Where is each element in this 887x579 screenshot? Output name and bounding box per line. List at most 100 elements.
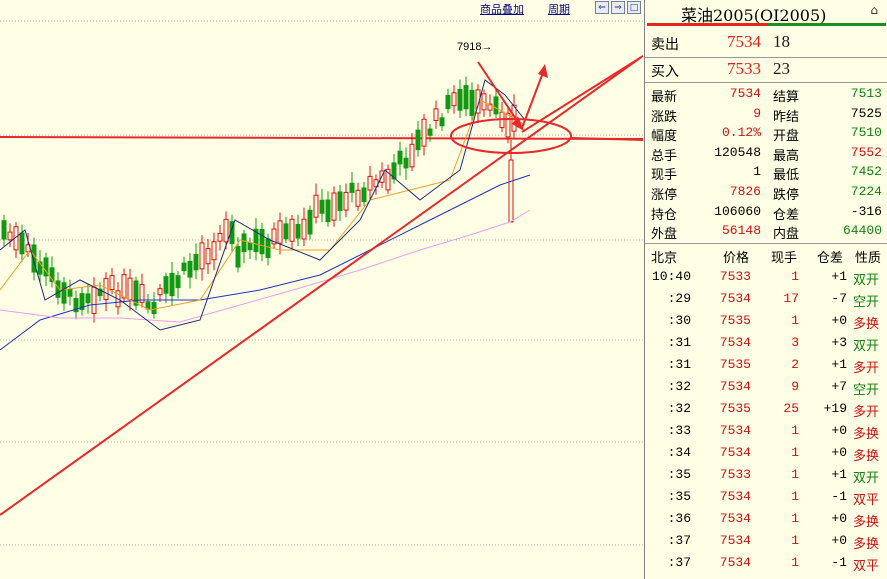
candle-body — [361, 187, 367, 203]
candle-body — [403, 157, 409, 169]
stat-label: 跌停 — [773, 188, 800, 203]
scroll-right-icon[interactable]: ⇒ — [611, 1, 625, 14]
stat-row: 持仓 106060 仓差 -316 — [645, 204, 887, 225]
menu-icon[interactable]: ⌂ — [870, 3, 878, 17]
tick-row[interactable]: :35 7534 1 -1 双平 — [645, 489, 887, 511]
kline-chart[interactable]: 7918→ — [0, 0, 643, 579]
stat-label: 最低 — [773, 168, 800, 184]
tick-row[interactable]: :30 7535 1 +0 多换 — [645, 313, 887, 335]
col-header-nature: 性质 — [855, 251, 882, 266]
stat-row: 最新 7534 结算 7513 — [645, 86, 887, 107]
tick-row[interactable]: :37 7534 1 +0 多换 — [645, 533, 887, 555]
candle-body — [157, 288, 163, 296]
candle-body — [85, 293, 91, 304]
tick-oi-change: +1 — [831, 467, 847, 482]
tick-price: 7534 — [719, 423, 751, 438]
tick-volume: 1 — [791, 313, 799, 328]
tick-oi-change: +0 — [831, 511, 847, 526]
candle-body — [319, 199, 325, 214]
tick-time: :35 — [667, 489, 691, 504]
stat-value: 0.12% — [721, 125, 761, 141]
tick-price: 7533 — [719, 467, 751, 482]
candle-body — [421, 118, 427, 147]
commodity-overlay-link[interactable]: 商品叠加 — [480, 1, 524, 17]
candle-body — [19, 232, 25, 255]
sell-volume: 18 — [773, 32, 790, 51]
candle-body — [241, 233, 247, 253]
stat-label: 开盘 — [773, 129, 800, 145]
stat-value: 7552 — [850, 144, 882, 160]
stat-label: 总手 — [651, 148, 678, 164]
candle-body — [355, 189, 361, 207]
tick-nature: 多换 — [853, 537, 880, 552]
tick-row[interactable]: :34 7534 1 +0 多换 — [645, 445, 887, 467]
arrow-head-icon — [538, 64, 548, 78]
title-underline-red — [647, 23, 767, 26]
zoom-icon[interactable]: □ — [627, 1, 641, 14]
tick-price: 7534 — [719, 555, 751, 570]
tick-volume: 1 — [791, 423, 799, 438]
candle-body — [235, 246, 241, 268]
tick-time: :34 — [667, 445, 691, 460]
candle-body — [67, 288, 73, 297]
tick-row[interactable]: 10:40 7533 1 +1 双开 — [645, 269, 887, 291]
stat-value: 7224 — [850, 184, 882, 199]
candle-body — [175, 275, 181, 289]
tick-row[interactable]: :31 7535 2 +1 多开 — [645, 357, 887, 379]
tick-price: 7534 — [719, 335, 751, 350]
stat-value: 106060 — [714, 203, 761, 219]
tick-time: :35 — [667, 467, 691, 482]
candle-body — [457, 88, 463, 111]
period-link[interactable]: 周期 — [548, 1, 570, 17]
tick-time: :37 — [667, 533, 691, 548]
candle-body — [301, 218, 307, 240]
tick-nature: 多开 — [853, 361, 880, 376]
stat-label: 内盘 — [773, 227, 800, 243]
peak-price-label: 7918→ — [457, 41, 492, 53]
tick-row[interactable]: :32 7534 9 +7 空开 — [645, 379, 887, 401]
tick-row[interactable]: :29 7534 17 -7 空开 — [645, 291, 887, 313]
candle-body — [409, 143, 415, 168]
candle-body — [325, 199, 331, 223]
candle-body — [223, 218, 229, 243]
tick-nature: 双开 — [853, 339, 880, 354]
tick-row[interactable]: :37 7534 1 -1 双平 — [645, 555, 887, 577]
stat-value: 120548 — [714, 144, 761, 160]
kline-chart-area[interactable]: 7918→ 商品叠加 周期 ⇐ ⇒ □ — [0, 0, 643, 579]
candle-body — [259, 228, 265, 255]
tick-row[interactable]: :32 7535 25 +19 多开 — [645, 401, 887, 423]
tick-row[interactable]: :33 7534 1 +0 多换 — [645, 423, 887, 445]
tick-time: :31 — [667, 335, 691, 350]
candle-body — [133, 280, 139, 306]
stat-row: 现手 1 最低 7452 — [645, 164, 887, 185]
tick-volume: 1 — [791, 269, 799, 284]
candle-body — [109, 275, 115, 291]
tick-row[interactable]: :35 7533 1 +1 双开 — [645, 467, 887, 489]
tick-row[interactable]: :36 7534 1 +0 多换 — [645, 511, 887, 533]
tick-volume: 25 — [783, 401, 799, 416]
scroll-left-icon[interactable]: ⇐ — [595, 1, 609, 14]
tick-nature: 多换 — [853, 427, 880, 442]
tick-volume: 9 — [791, 379, 799, 394]
tick-nature: 空开 — [853, 295, 880, 310]
ma-line — [0, 99, 526, 311]
stat-label: 结算 — [773, 90, 800, 105]
tick-row[interactable]: :31 7534 3 +3 双开 — [645, 335, 887, 357]
tick-price: 7534 — [719, 445, 751, 460]
tick-volume: 1 — [791, 533, 799, 548]
stat-label: 持仓 — [651, 207, 678, 223]
candle-body — [307, 209, 313, 235]
stat-label: 涨跌 — [651, 109, 678, 125]
candle-body — [415, 129, 421, 151]
stat-label: 涨停 — [651, 188, 678, 203]
col-header-price: 价格 — [723, 251, 750, 266]
tick-time: 10:40 — [651, 269, 691, 284]
tick-volume: 1 — [791, 445, 799, 460]
stat-value: 7513 — [850, 86, 882, 101]
stat-row: 幅度 0.12% 开盘 7510 — [645, 125, 887, 146]
tick-price: 7535 — [719, 313, 751, 328]
stat-label: 仓差 — [773, 207, 800, 223]
tick-oi-change: +3 — [831, 335, 847, 350]
tick-oi-change: -1 — [831, 555, 847, 570]
tick-time: :29 — [667, 291, 691, 306]
